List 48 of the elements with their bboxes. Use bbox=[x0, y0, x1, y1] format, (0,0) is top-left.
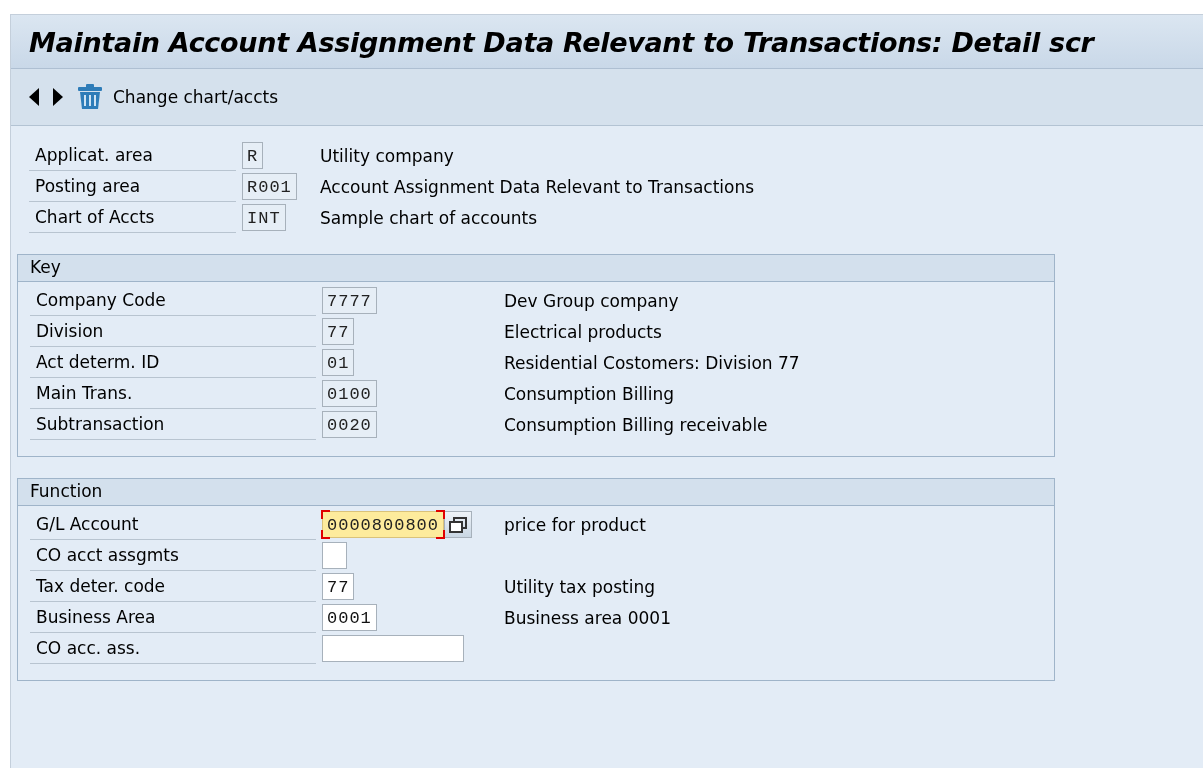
display-field: 0020 bbox=[322, 411, 377, 438]
field-label: Business Area bbox=[30, 602, 316, 633]
field-description: Sample chart of accounts bbox=[320, 207, 538, 228]
field-description: Account Assignment Data Relevant to Transactions bbox=[320, 176, 755, 197]
copy-icon bbox=[449, 516, 468, 533]
field-label: CO acc. ass. bbox=[30, 633, 316, 664]
right-triangle-icon bbox=[53, 88, 63, 106]
display-field: 0100 bbox=[322, 380, 377, 407]
field-description: Residential Costomers: Division 77 bbox=[504, 352, 800, 373]
field-description: price for product bbox=[504, 514, 646, 535]
field-description: Consumption Billing receivable bbox=[504, 414, 768, 435]
field-label: Chart of Accts bbox=[29, 202, 236, 233]
field-description: Utility tax posting bbox=[504, 576, 655, 597]
change-chart-button[interactable]: Change chart/accts bbox=[77, 84, 279, 110]
field-label: Applicat. area bbox=[29, 140, 236, 171]
field-label: Posting area bbox=[29, 171, 236, 202]
field-label: Division bbox=[30, 316, 316, 347]
field-description: Consumption Billing bbox=[504, 383, 675, 404]
left-triangle-icon bbox=[29, 88, 39, 106]
display-field: R bbox=[242, 142, 264, 169]
trash-icon bbox=[77, 84, 103, 110]
field-label: Subtransaction bbox=[30, 409, 316, 440]
field-description: Electrical products bbox=[504, 321, 662, 342]
display-field: 01 bbox=[322, 349, 355, 376]
display-field: 77 bbox=[322, 318, 355, 345]
field-description: Utility company bbox=[320, 145, 454, 166]
field-label: Tax deter. code bbox=[30, 571, 316, 602]
display-field: R001 bbox=[242, 173, 297, 200]
input-field[interactable]: 0000800800 bbox=[322, 511, 445, 538]
value-help-button[interactable] bbox=[444, 511, 473, 538]
field-description: Business area 0001 bbox=[504, 607, 671, 628]
forward-button[interactable] bbox=[53, 88, 63, 106]
field-label: G/L Account bbox=[30, 509, 316, 540]
input-field[interactable]: 0001 bbox=[322, 604, 377, 631]
group-title: Key bbox=[18, 255, 1054, 282]
field-label: Company Code bbox=[30, 285, 316, 316]
window-title: Maintain Account Assignment Data Relevant to Transactions: Detail scr bbox=[29, 27, 1096, 58]
input-field[interactable]: 77 bbox=[322, 573, 355, 600]
field-label: CO acct assgmts bbox=[30, 540, 316, 571]
field-label: Main Trans. bbox=[30, 378, 316, 409]
field-label: Act determ. ID bbox=[30, 347, 316, 378]
input-field[interactable] bbox=[322, 635, 464, 662]
back-button[interactable] bbox=[29, 88, 39, 106]
display-field: INT bbox=[242, 204, 286, 231]
field-description: Dev Group company bbox=[504, 290, 679, 311]
group-title: Function bbox=[18, 479, 1054, 506]
display-field: 7777 bbox=[322, 287, 377, 314]
input-field[interactable] bbox=[322, 542, 347, 569]
